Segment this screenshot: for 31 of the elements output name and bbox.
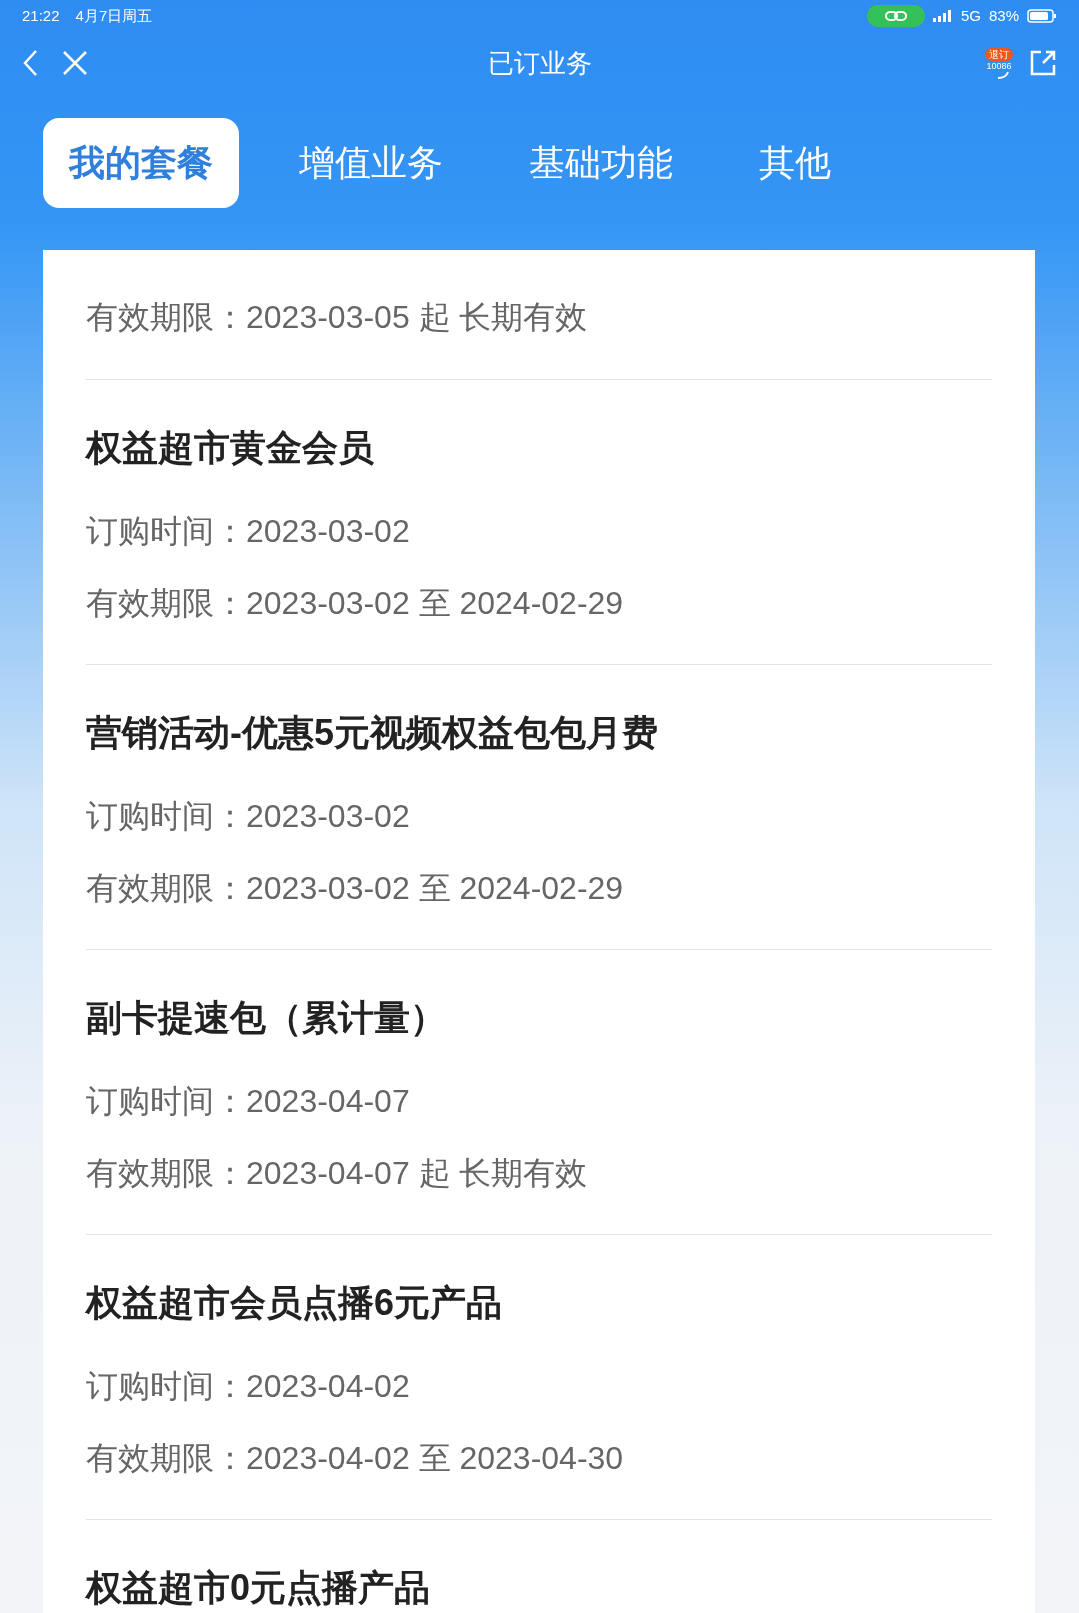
network-type: 5G [960,5,981,26]
status-time: 21:22 [22,5,60,26]
page-title: 已订业务 [487,46,592,80]
tab[interactable]: 我的套餐 [43,118,239,208]
tab[interactable]: 基础功能 [503,118,699,208]
battery-icon [1027,9,1057,23]
link-icon [884,10,907,22]
validity-period: 有效期限：2023-03-02 至 2024-02-29 [86,869,625,908]
validity-period: 有效期限：2023-03-05 起 长期有效 [86,298,589,337]
validity-period: 有效期限：2023-04-07 起 长期有效 [86,1154,589,1193]
service-name: 权益超市0元点播产品 [86,1566,432,1610]
order-date: 订购时间：2023-04-02 [86,1367,411,1406]
service-name: 副卡提速包（累计量） [86,996,447,1040]
service-name: 营销活动-优惠5元视频权益包包月费 [86,711,659,755]
status-date: 4月7日周五 [75,5,153,26]
validity-period: 有效期限：2023-03-02 至 2024-02-29 [86,584,625,623]
order-date: 订购时间：2023-03-02 [86,797,411,836]
order-date: 订购时间：2023-04-07 [86,1082,411,1121]
hotline-number: 10086 [986,60,1012,71]
share-icon[interactable] [1029,49,1057,77]
service-name: 权益超市会员点播6元产品 [86,1281,504,1325]
battery-percent: 83% [988,5,1019,26]
unsubscribe-tag: 退订 [985,47,1013,61]
tab[interactable]: 增值业务 [273,118,469,208]
validity-period: 有效期限：2023-04-02 至 2023-04-30 [86,1439,625,1478]
back-icon[interactable] [22,49,38,77]
order-date: 订购时间：2023-03-02 [86,512,411,551]
close-icon[interactable] [62,50,88,76]
signal-icon [932,10,953,22]
tab[interactable]: 其他 [733,118,857,208]
service-name: 权益超市黄金会员 [86,426,375,470]
